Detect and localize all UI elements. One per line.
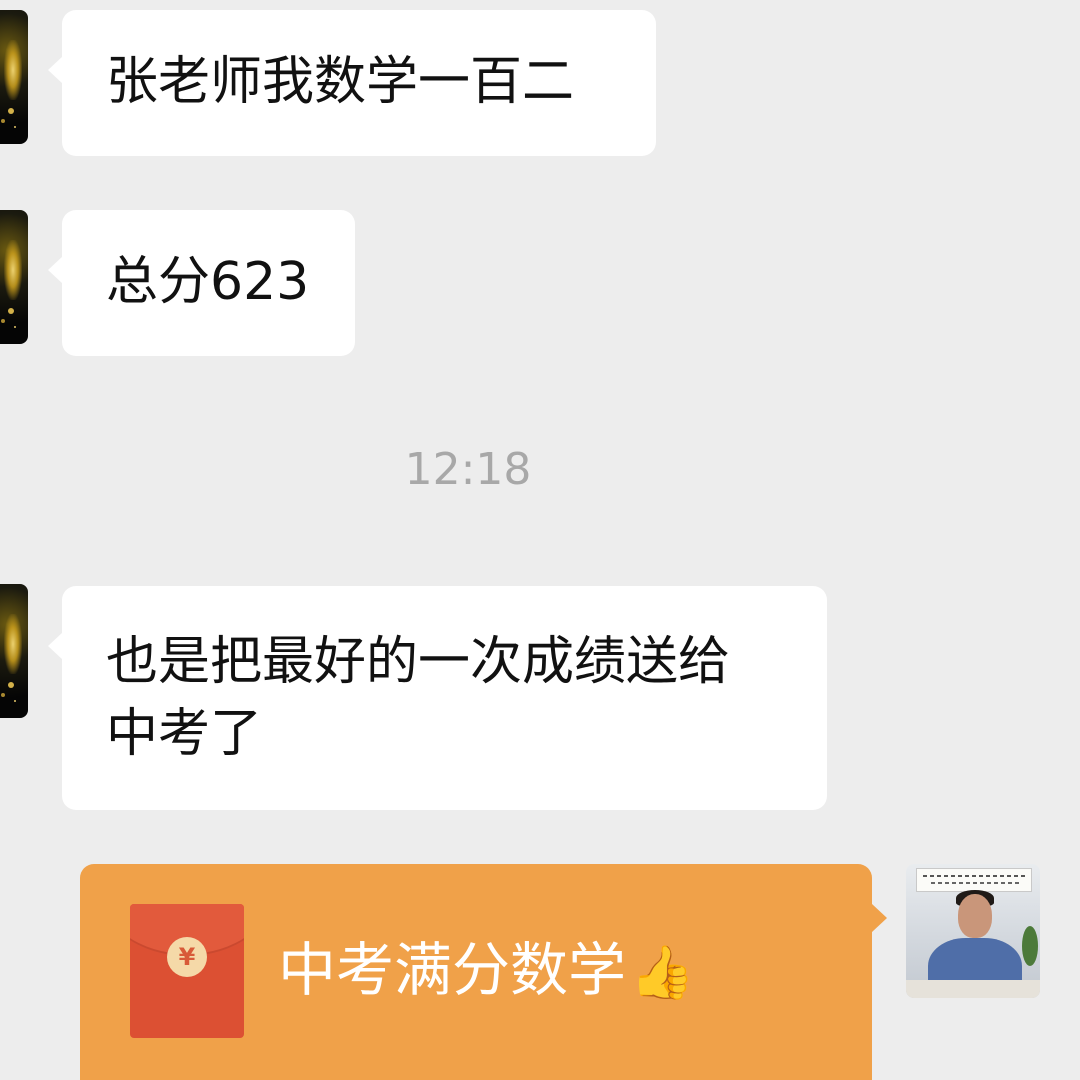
red-envelope-icon: ¥ — [130, 904, 244, 1038]
message-bubble[interactable]: 张老师我数学一百二 — [48, 10, 656, 156]
student-avatar[interactable] — [0, 210, 28, 344]
chat-window: 张老师我数学一百二 总分623 12:18 也是把最好的一次成绩送给 中考了 ¥ … — [0, 0, 1080, 1080]
plant — [1022, 926, 1038, 966]
teacher-avatar[interactable] — [906, 864, 1040, 998]
student-avatar[interactable] — [0, 10, 28, 144]
teacher-head — [958, 894, 992, 938]
calligraphy-board — [916, 868, 1032, 892]
message-text: 张老师我数学一百二 — [106, 52, 575, 112]
message-text: 总分623 — [106, 252, 310, 312]
coin-icon: ¥ — [167, 937, 207, 977]
desk — [906, 980, 1040, 998]
bubble-tail — [48, 56, 63, 84]
student-avatar[interactable] — [0, 584, 28, 718]
message-text: 也是把最好的一次成绩送给 中考了 — [106, 632, 731, 764]
red-packet-message[interactable]: ¥ 中考满分数学👍 — [80, 864, 887, 1080]
bubble-tail — [48, 256, 63, 284]
bubble-tail — [872, 904, 887, 932]
red-packet-title: 中考满分数学👍 — [278, 932, 695, 1011]
thumbs-up-icon: 👍 — [630, 943, 695, 1003]
message-bubble[interactable]: 总分623 — [48, 210, 355, 356]
bubble-tail — [48, 632, 63, 660]
red-packet-title-text: 中考满分数学 — [278, 936, 627, 1004]
message-timestamp: 12:18 — [404, 444, 532, 495]
message-bubble[interactable]: 也是把最好的一次成绩送给 中考了 — [48, 586, 827, 810]
